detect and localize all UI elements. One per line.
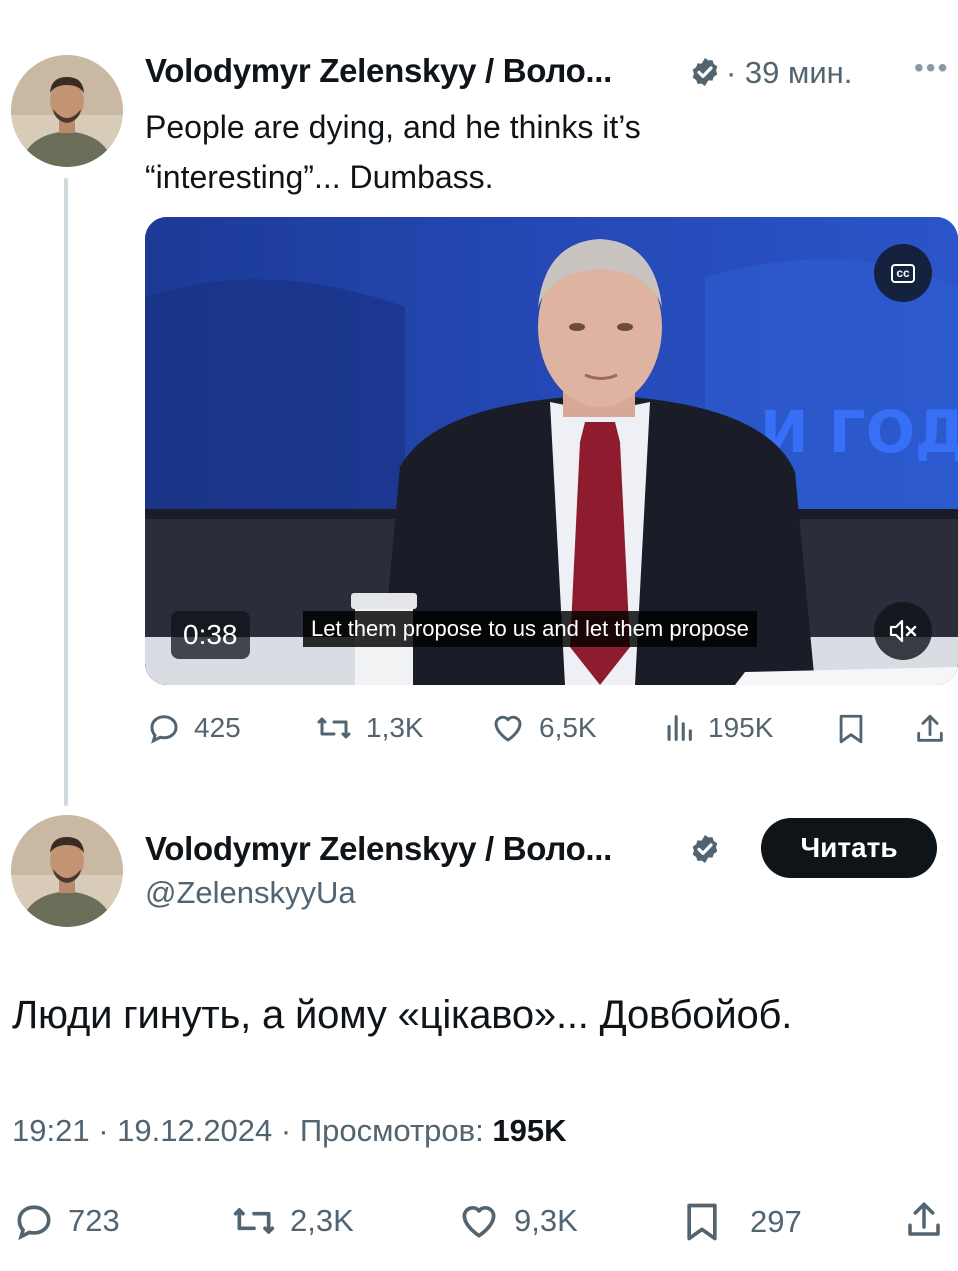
reply-button[interactable]: 425 <box>146 710 241 746</box>
like-button[interactable]: 6,5K <box>489 710 597 746</box>
share-upload-icon <box>917 714 943 742</box>
cc-icon: cc <box>891 263 915 283</box>
repost-count: 2,3K <box>290 1203 354 1238</box>
tweet-text: People are dying, and he thinks it’s “in… <box>145 102 935 202</box>
tweet-text-line: People are dying, and he thinks it’s <box>145 109 641 145</box>
post-time[interactable]: · 39 мин. <box>726 55 852 91</box>
reply-count: 425 <box>194 712 241 743</box>
more-dots-icon[interactable]: ••• <box>914 52 949 84</box>
timestamp-text: 19:21 · 19.12.2024 · Просмотров: <box>12 1113 493 1148</box>
video-player[interactable]: И ГОДА cc 0:38 Let them propose to us an… <box>145 217 958 685</box>
tweet-text: Люди гинуть, а йому «цікаво»... Довбойоб… <box>12 993 793 1037</box>
bookmark-button[interactable]: 297 <box>680 1199 802 1245</box>
repost-button[interactable]: 1,3K <box>314 710 424 746</box>
reply-button[interactable]: 723 <box>12 1199 120 1243</box>
follow-button[interactable]: Читать <box>761 818 937 878</box>
repost-count: 1,3K <box>366 712 424 743</box>
verified-badge-icon <box>692 58 718 86</box>
bookmark-button[interactable] <box>834 710 868 748</box>
views-button[interactable]: 195K <box>662 710 773 746</box>
views-count: 195K <box>492 1113 567 1148</box>
background-studio-text: И ГОДА <box>760 398 958 466</box>
bookmark-count: 297 <box>750 1204 802 1239</box>
author-name[interactable]: Volodymyr Zelenskyy / Воло... <box>145 830 612 868</box>
bookmark-icon <box>687 1203 717 1241</box>
repost-icon <box>233 1208 275 1234</box>
share-button[interactable] <box>903 1197 945 1243</box>
share-button[interactable] <box>913 710 947 748</box>
video-subtitle: Let them propose to us and let them prop… <box>303 611 757 647</box>
tweet-text-line: “interesting”... Dumbass. <box>145 159 494 195</box>
avatar[interactable] <box>11 55 123 167</box>
user-handle[interactable]: @ZelenskyyUa <box>145 875 356 911</box>
repost-button[interactable]: 2,3K <box>230 1199 354 1243</box>
captions-button[interactable]: cc <box>874 244 932 302</box>
bookmark-icon <box>839 714 863 744</box>
heart-icon <box>462 1206 496 1238</box>
views-count: 195K <box>708 712 774 743</box>
share-upload-icon <box>908 1202 940 1236</box>
avatar[interactable] <box>11 815 123 927</box>
post-timestamp[interactable]: 19:21 · 19.12.2024 · Просмотров: 195K <box>12 1113 566 1149</box>
like-button[interactable]: 9,3K <box>456 1199 578 1243</box>
author-name[interactable]: Volodymyr Zelenskyy / Воло... <box>145 52 612 90</box>
repost-icon <box>317 717 351 739</box>
reply-icon <box>150 715 178 744</box>
views-bar-chart-icon <box>667 715 692 741</box>
reply-icon <box>17 1205 51 1241</box>
thread-connector-line <box>64 178 68 806</box>
like-count: 9,3K <box>514 1203 578 1238</box>
speaker-muted-icon <box>889 619 917 643</box>
heart-icon <box>494 715 522 742</box>
mute-button[interactable] <box>874 602 932 660</box>
reply-count: 723 <box>68 1203 120 1238</box>
video-duration-badge: 0:38 <box>171 611 250 659</box>
verified-badge-icon <box>692 835 718 863</box>
like-count: 6,5K <box>539 712 597 743</box>
